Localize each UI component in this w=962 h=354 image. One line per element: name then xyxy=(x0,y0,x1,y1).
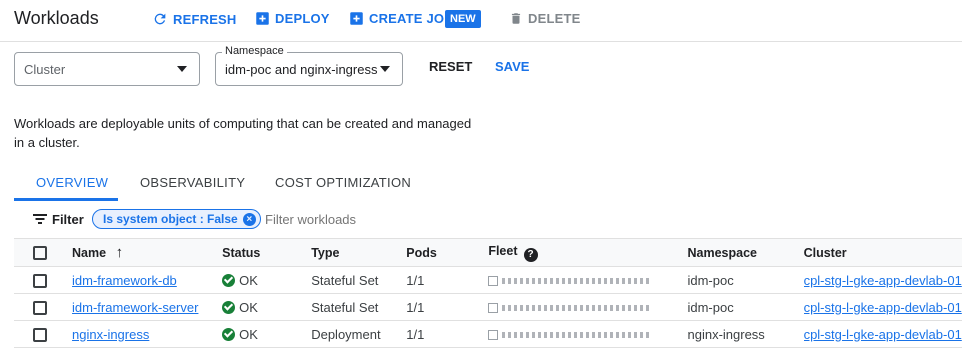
namespace-value: idm-poc and nginx-ingress xyxy=(225,61,378,77)
arrow-up-icon: ↑ xyxy=(115,244,124,261)
workload-name-cell: nginx-ingress xyxy=(72,320,223,348)
filter-label[interactable]: Filter xyxy=(52,212,84,227)
add-box-icon xyxy=(256,12,269,25)
reset-button[interactable]: RESET xyxy=(429,59,472,74)
refresh-button[interactable]: REFRESH xyxy=(152,11,237,27)
column-pods: Pods xyxy=(406,238,489,267)
refresh-icon xyxy=(154,13,166,25)
cluster-link[interactable]: cpl-stg-l-gke-app-devlab-01 xyxy=(803,266,962,294)
fleet-icon xyxy=(488,303,499,314)
column-fleet-label: Fleet xyxy=(488,243,518,258)
row-select-cell xyxy=(14,320,73,348)
deploy-label: DEPLOY xyxy=(275,11,330,26)
cluster-link[interactable]: cpl-stg-l-gke-app-devlab-01 xyxy=(803,293,962,321)
redacted-text xyxy=(502,332,653,339)
column-fleet: Fleet? xyxy=(488,238,688,267)
table-row: nginx-ingress OK Deployment 1/1 nginx-in… xyxy=(14,320,962,348)
filter-chip-label: Is system object : False xyxy=(103,212,238,226)
check-circle-icon xyxy=(222,327,236,341)
new-badge: NEW xyxy=(445,10,481,28)
namespace-cell: idm-poc xyxy=(687,266,804,294)
workload-name-link[interactable]: idm-framework-server xyxy=(72,300,198,315)
column-type: Type xyxy=(311,238,407,267)
table-row: idm-framework-server OK Stateful Set 1/1… xyxy=(14,293,962,321)
filter-icon[interactable] xyxy=(33,213,47,225)
active-tab-indicator xyxy=(14,198,118,201)
help-icon[interactable]: ? xyxy=(523,247,538,262)
row-select-cell xyxy=(14,293,73,321)
select-all-cell xyxy=(14,238,73,267)
caret-down-icon xyxy=(380,66,390,72)
pods-cell: 1/1 xyxy=(406,266,489,294)
tab-observability[interactable]: OBSERVABILITY xyxy=(140,175,245,190)
close-icon[interactable]: × xyxy=(242,213,256,226)
table-header-row: Name ↑ Status Type Pods Fleet? Namespace… xyxy=(14,238,962,267)
redacted-text xyxy=(502,278,653,285)
column-namespace: Namespace xyxy=(687,238,804,267)
column-status: Status xyxy=(222,238,312,267)
filter-workloads-input[interactable] xyxy=(265,212,465,227)
page-header xyxy=(0,0,962,42)
fleet-icon xyxy=(488,276,499,287)
workload-name-cell: idm-framework-db xyxy=(72,266,223,294)
namespace-select[interactable]: Namespace idm-poc and nginx-ingress xyxy=(215,45,403,86)
pods-cell: 1/1 xyxy=(406,320,489,348)
add-box-icon xyxy=(350,12,363,25)
type-cell: Deployment xyxy=(311,320,407,348)
cluster-select[interactable]: Cluster xyxy=(14,52,200,86)
tab-cost-optimization[interactable]: COST OPTIMIZATION xyxy=(275,175,411,190)
status-cell: OK xyxy=(222,266,312,294)
table-row: idm-framework-db OK Stateful Set 1/1 idm… xyxy=(14,266,962,294)
column-cluster: Cluster xyxy=(803,238,962,267)
create-job-button[interactable]: CREATE JOB xyxy=(349,11,454,26)
caret-down-icon xyxy=(177,66,187,72)
type-cell: Stateful Set xyxy=(311,293,407,321)
column-name[interactable]: Name ↑ xyxy=(72,238,223,267)
delete-label: DELETE xyxy=(528,11,581,26)
tab-overview[interactable]: OVERVIEW xyxy=(36,175,108,190)
fleet-cell xyxy=(488,293,688,321)
tab-bar: OVERVIEW OBSERVABILITY COST OPTIMIZATION xyxy=(0,164,962,202)
namespace-label: Namespace xyxy=(222,45,287,57)
save-button[interactable]: SAVE xyxy=(495,59,529,74)
workload-name-link[interactable]: idm-framework-db xyxy=(72,273,177,288)
namespace-cell: idm-poc xyxy=(687,293,804,321)
status-text: OK xyxy=(239,326,258,342)
redacted-text xyxy=(502,305,653,312)
fleet-cell xyxy=(488,266,688,294)
status-cell: OK xyxy=(222,320,312,348)
delete-button[interactable]: DELETE xyxy=(509,11,580,26)
fleet-cell xyxy=(488,320,688,348)
create-job-label: CREATE JOB xyxy=(369,11,454,26)
pods-cell: 1/1 xyxy=(406,293,489,321)
refresh-label: REFRESH xyxy=(173,11,237,27)
select-all-checkbox[interactable] xyxy=(33,245,47,260)
row-select-cell xyxy=(14,266,73,294)
deploy-button[interactable]: DEPLOY xyxy=(255,11,330,26)
check-circle-icon xyxy=(222,300,236,314)
row-checkbox[interactable] xyxy=(33,273,47,288)
status-cell: OK xyxy=(222,293,312,321)
fleet-icon xyxy=(488,330,499,341)
trash-icon xyxy=(511,13,521,24)
status-text: OK xyxy=(239,272,258,288)
status-text: OK xyxy=(239,299,258,315)
workloads-table: Name ↑ Status Type Pods Fleet? Namespace… xyxy=(14,238,962,348)
row-checkbox[interactable] xyxy=(33,327,47,342)
namespace-cell: nginx-ingress xyxy=(687,320,804,348)
workload-name-cell: idm-framework-server xyxy=(72,293,223,321)
filter-chip[interactable]: Is system object : False × xyxy=(92,209,261,229)
cluster-select-placeholder: Cluster xyxy=(24,61,66,77)
type-cell: Stateful Set xyxy=(311,266,407,294)
check-circle-icon xyxy=(222,273,236,287)
page-description: Workloads are deployable units of comput… xyxy=(14,116,472,150)
page-title: Workloads xyxy=(14,8,99,28)
cluster-link[interactable]: cpl-stg-l-gke-app-devlab-01 xyxy=(803,320,962,348)
workload-name-link[interactable]: nginx-ingress xyxy=(72,327,149,342)
column-name-label: Name xyxy=(72,246,107,260)
row-checkbox[interactable] xyxy=(33,300,47,315)
